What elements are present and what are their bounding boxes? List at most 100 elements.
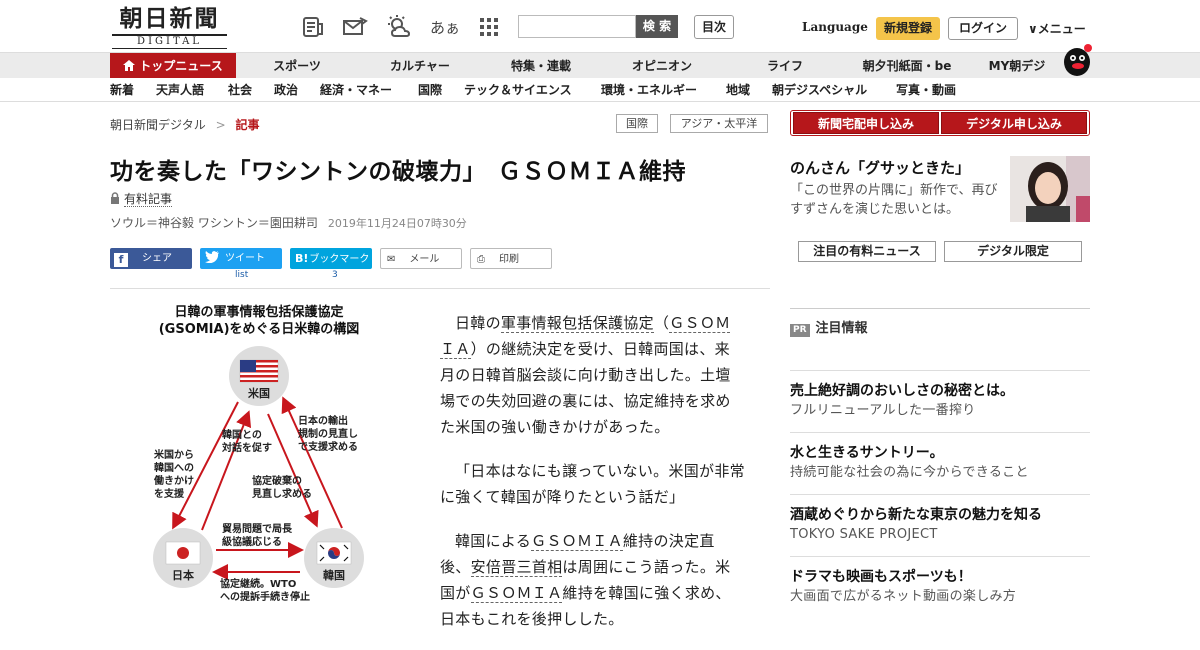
japan-flag-icon — [165, 541, 201, 565]
divider — [790, 308, 1090, 309]
print-button[interactable]: ⎙ 印刷 — [470, 248, 552, 269]
gsomia-term-link[interactable]: 軍事情報包括保護協定 — [500, 314, 654, 333]
secondary-nav: 新着 天声人語 社会 政治 経済・マネー 国際 テック＆サイエンス 環境・エネル… — [0, 78, 1200, 102]
pr-badge: PR — [790, 324, 810, 337]
svg-text:働きかけ: 働きかけ — [153, 474, 194, 487]
search-input[interactable] — [518, 15, 636, 38]
svg-text:見直し求める: 見直し求める — [251, 487, 312, 500]
svg-text:韓国との: 韓国との — [222, 428, 262, 441]
svg-text:日本の輸出: 日本の輸出 — [298, 414, 348, 427]
svg-text:規制の見直し: 規制の見直し — [298, 427, 358, 440]
diagram-title-line1: 日韓の軍事情報包括保護協定 — [174, 304, 343, 320]
korea-flag-icon — [316, 541, 352, 565]
grid-menu-icon[interactable] — [476, 14, 502, 40]
nav-economy[interactable]: 経済・マネー — [320, 78, 392, 102]
svg-text:協定破棄の: 協定破棄の — [252, 474, 302, 487]
bookmark-count[interactable]: 3 — [332, 270, 338, 280]
nav-environment[interactable]: 環境・エネルギー — [601, 78, 697, 102]
bookmark-button[interactable]: B!ブックマーク — [290, 248, 372, 269]
nav-features[interactable]: 特集・連載 — [500, 53, 582, 79]
nav-paper[interactable]: 朝夕刊紙面・be — [856, 53, 958, 79]
article-date: 2019年11月24日07時30分 — [327, 217, 467, 230]
digital-subscribe-button[interactable]: デジタル申し込み — [941, 112, 1087, 134]
svg-text:への提訴手続き停止: への提訴手続き停止 — [220, 590, 310, 603]
diagram-title-line2: (GSOMIA)をめぐる日米韓の構図 — [159, 321, 360, 337]
digital-limited-button[interactable]: デジタル限定 — [944, 241, 1082, 262]
twitter-icon — [205, 251, 219, 264]
nav-latest[interactable]: 新着 — [110, 78, 134, 102]
site-header: 朝日新聞 DIGITAL あぁ 検 索 目次 Language 新規登録 ログイ… — [0, 0, 1200, 52]
menu-button[interactable]: ∨メニュー — [1028, 20, 1086, 37]
mascot-icon — [1064, 44, 1092, 76]
breadcrumb-home[interactable]: 朝日新聞デジタル — [110, 118, 206, 132]
search-button[interactable]: 検 索 — [636, 15, 678, 38]
language-link[interactable]: Language — [802, 20, 868, 34]
svg-text:韓国への: 韓国への — [154, 461, 194, 474]
svg-text:協定継続。WTO: 協定継続。WTO — [220, 577, 296, 590]
site-logo[interactable]: 朝日新聞 DIGITAL — [112, 6, 227, 49]
paragraph-1: 日韓の軍事情報包括保護協定（ＧＳＯＭＩＡ）の継続決定を受け、日韓両国は、来月の日… — [440, 314, 731, 436]
article-title: 功を奏した「ワシントンの破壊力」 ＧＳＯＭＩＡ維持 — [110, 159, 686, 185]
contents-button[interactable]: 目次 — [694, 15, 734, 39]
us-flag-icon — [239, 359, 279, 383]
gsomia-link[interactable]: ＧＳＯＭＩＡ — [470, 584, 563, 603]
pr-heading: PR 注目情報 — [790, 317, 868, 337]
article-byline: ソウル＝神谷毅 ワシントン＝園田耕司 2019年11月24日07時30分 — [110, 216, 467, 230]
promo-text[interactable]: 「この世界の片隅に」新作で、再びすずさんを演じた思いとは。 — [790, 181, 1005, 219]
mail-share-button[interactable]: ✉ メール — [380, 248, 462, 269]
ad-item[interactable]: 酒蔵めぐりから新たな東京の魅力を知る TOKYO SAKE PROJECT — [790, 494, 1090, 545]
printer-icon: ⎙ — [477, 254, 485, 265]
weather-icon[interactable] — [386, 14, 412, 40]
svg-text:を支援: を支援 — [154, 487, 185, 500]
nav-life[interactable]: ライフ — [756, 53, 814, 79]
ad-item[interactable]: ドラマも映画もスポーツも！ 大画面で広がるネット動画の楽しみ方 — [790, 556, 1090, 607]
article-body: 日韓の軍事情報包括保護協定（ＧＳＯＭＩＡ）の継続決定を受け、日韓両国は、来月の日… — [440, 310, 745, 650]
nav-international[interactable]: 国際 — [418, 78, 442, 102]
promo-photo[interactable] — [1010, 156, 1090, 222]
nav-special[interactable]: 朝デジスペシャル — [772, 78, 867, 102]
lock-icon — [111, 192, 119, 204]
tweet-count[interactable]: list — [235, 270, 248, 280]
divider — [110, 288, 770, 289]
us-label: 米国 — [247, 386, 270, 400]
paper-subscribe-button[interactable]: 新聞宅配申し込み — [793, 112, 939, 134]
gsomia-link[interactable]: ＧＳＯＭＩＡ — [531, 532, 623, 551]
hatena-bookmark-icon: B! — [295, 252, 309, 265]
nav-society[interactable]: 社会 — [228, 78, 252, 102]
svg-text:米国から: 米国から — [154, 448, 194, 461]
tag-asia-pacific[interactable]: アジア・太平洋 — [670, 114, 768, 133]
svg-text:で支援求める: で支援求める — [298, 440, 358, 453]
paragraph-2: 「日本はなにも譲っていない。米国が非常に強くて韓国が降りたという話だ」 — [440, 462, 745, 506]
primary-nav: トップニュース スポーツ カルチャー 特集・連載 オピニオン ライフ 朝夕刊紙面… — [0, 52, 1200, 79]
mail-icon[interactable] — [342, 14, 368, 40]
newspaper-icon[interactable] — [300, 14, 326, 40]
nav-top-news[interactable]: トップニュース — [110, 53, 236, 79]
paragraph-3: 韓国によるＧＳＯＭＩＡ維持の決定直後、安倍晋三首相は周囲にこう語った。米国がＧＳ… — [440, 532, 731, 628]
nav-photo-video[interactable]: 写真・動画 — [896, 78, 956, 102]
gsomia-relationship-diagram[interactable]: 日韓の軍事情報包括保護協定 (GSOMIA)をめぐる日米韓の構図 米国 日本 韓… — [110, 296, 410, 630]
tag-international[interactable]: 国際 — [616, 114, 658, 133]
nav-sports[interactable]: スポーツ — [262, 53, 332, 79]
nav-my-asahi[interactable]: MY朝デジ — [982, 53, 1052, 79]
svg-text:貿易問題で局長: 貿易問題で局長 — [222, 522, 293, 535]
paid-news-button[interactable]: 注目の有料ニュース — [798, 241, 936, 262]
tweet-button[interactable]: ツイート — [200, 248, 282, 269]
abe-link[interactable]: 安倍晋三首相 — [470, 558, 563, 577]
font-size-icon[interactable]: あぁ — [430, 14, 460, 40]
ad-item[interactable]: 水と生きるサントリー。 持続可能な社会の為に今からできること — [790, 432, 1090, 483]
login-button[interactable]: ログイン — [948, 17, 1018, 40]
ad-item[interactable]: 売上絶好調のおいしさの秘密とは。 フルリニューアルした一番搾り — [790, 370, 1090, 421]
paid-article-label[interactable]: 有料記事 — [110, 190, 173, 207]
nav-tensei-jingo[interactable]: 天声人語 — [156, 78, 204, 102]
breadcrumb-current: 記事 — [235, 118, 260, 132]
signup-button[interactable]: 新規登録 — [876, 17, 940, 40]
svg-text:級協議応じる: 級協議応じる — [222, 535, 282, 548]
korea-label: 韓国 — [323, 568, 345, 582]
facebook-share-button[interactable]: f シェア — [110, 248, 192, 269]
nav-culture[interactable]: カルチャー — [380, 53, 460, 79]
nav-tech-science[interactable]: テック＆サイエンス — [464, 78, 572, 102]
nav-politics[interactable]: 政治 — [274, 78, 298, 102]
nav-region[interactable]: 地域 — [726, 78, 750, 102]
promo-title[interactable]: のんさん「グサッときた」 — [790, 157, 970, 178]
nav-opinion[interactable]: オピニオン — [622, 53, 702, 79]
